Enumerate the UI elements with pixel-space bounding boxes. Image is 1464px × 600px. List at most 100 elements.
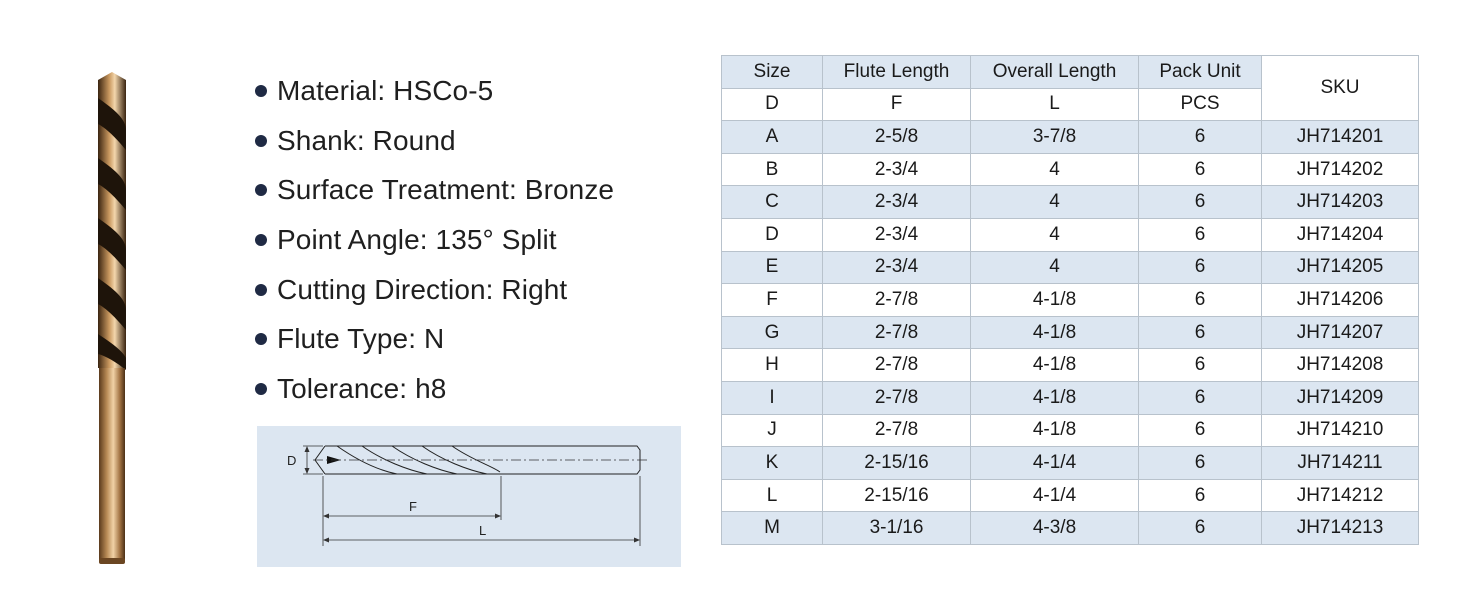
table-row: E 2-3/4 4 6 JH714205 <box>721 250 1419 285</box>
cell-size: I <box>721 380 823 415</box>
cell-pack: 6 <box>1138 348 1262 382</box>
cell-size: F <box>721 283 823 317</box>
cell-flute: 2-15/16 <box>822 478 971 513</box>
table-row: L 2-15/16 4-1/4 6 JH714212 <box>721 478 1419 513</box>
spec-table-wrapper: Size Flute Length Overall Length Pack Un… <box>721 54 1419 545</box>
bullet-icon <box>255 134 267 147</box>
cell-pack: 6 <box>1138 315 1262 350</box>
cell-flute: 2-7/8 <box>822 348 971 382</box>
cell-overall: 3-7/8 <box>970 120 1139 154</box>
header-pack-unit: Pack Unit <box>1138 55 1262 89</box>
cell-sku: JH714202 <box>1261 152 1419 187</box>
cell-pack: 6 <box>1138 120 1262 154</box>
table-header-row: Size Flute Length Overall Length Pack Un… <box>721 54 1419 122</box>
cell-size: B <box>721 152 823 187</box>
diagram-label-l: L <box>479 523 486 538</box>
cell-sku: JH714203 <box>1261 185 1419 219</box>
cell-overall: 4-1/8 <box>970 380 1139 415</box>
table-row: H 2-7/8 4-1/8 6 JH714208 <box>721 348 1419 382</box>
header-size: Size <box>721 55 823 89</box>
cell-sku: JH714208 <box>1261 348 1419 382</box>
table-row: F 2-7/8 4-1/8 6 JH714206 <box>721 283 1419 317</box>
cell-sku: JH714212 <box>1261 478 1419 513</box>
cell-overall: 4-1/4 <box>970 446 1139 480</box>
cell-pack: 6 <box>1138 283 1262 317</box>
spec-text: Cutting Direction: Right <box>277 273 568 305</box>
spec-list: Material: HSCo-5 Shank: Round Surface Tr… <box>255 66 614 414</box>
table-row: K 2-15/16 4-1/4 6 JH714211 <box>721 446 1419 480</box>
cell-size: K <box>721 446 823 480</box>
cell-flute: 2-5/8 <box>822 120 971 154</box>
cell-pack: 6 <box>1138 478 1262 513</box>
spec-text: Point Angle: 135° Split <box>277 223 557 255</box>
subheader-overall-length: L <box>970 87 1139 122</box>
cell-flute: 2-7/8 <box>822 283 971 317</box>
bullet-icon <box>255 283 267 296</box>
cell-flute: 2-3/4 <box>822 217 971 252</box>
cell-pack: 6 <box>1138 185 1262 219</box>
cell-overall: 4-1/8 <box>970 413 1139 448</box>
cell-sku: JH714205 <box>1261 250 1419 285</box>
cell-overall: 4 <box>970 152 1139 187</box>
table-row: C 2-3/4 4 6 JH714203 <box>721 185 1419 219</box>
cell-pack: 6 <box>1138 250 1262 285</box>
bullet-icon <box>255 233 267 246</box>
subheader-pack-unit: PCS <box>1138 87 1262 122</box>
bullet-icon <box>255 382 267 395</box>
table-row: B 2-3/4 4 6 JH714202 <box>721 152 1419 187</box>
drill-bit-image <box>92 68 132 568</box>
cell-overall: 4-1/8 <box>970 315 1139 350</box>
bullet-icon <box>255 184 267 197</box>
cell-flute: 2-7/8 <box>822 413 971 448</box>
cell-sku: JH714213 <box>1261 511 1419 545</box>
spec-item-cutting-direction: Cutting Direction: Right <box>255 265 614 315</box>
table-row: D 2-3/4 4 6 JH714204 <box>721 217 1419 252</box>
cell-flute: 2-15/16 <box>822 446 971 480</box>
cell-flute: 2-7/8 <box>822 380 971 415</box>
cell-sku: JH714206 <box>1261 283 1419 317</box>
cell-pack: 6 <box>1138 446 1262 480</box>
header-overall-length: Overall Length <box>970 55 1139 89</box>
subheader-flute-length: F <box>822 87 971 122</box>
table-row: A 2-5/8 3-7/8 6 JH714201 <box>721 120 1419 154</box>
bullet-icon <box>255 333 267 346</box>
cell-overall: 4-1/8 <box>970 348 1139 382</box>
cell-flute: 3-1/16 <box>822 511 971 545</box>
cell-flute: 2-7/8 <box>822 315 971 350</box>
table-row: G 2-7/8 4-1/8 6 JH714207 <box>721 315 1419 350</box>
spec-text: Shank: Round <box>277 124 456 156</box>
spec-item-shank: Shank: Round <box>255 116 614 166</box>
cell-size: E <box>721 250 823 285</box>
spec-text: Flute Type: N <box>277 323 445 355</box>
cell-pack: 6 <box>1138 152 1262 187</box>
cell-sku: JH714201 <box>1261 120 1419 154</box>
diagram-label-f: F <box>409 499 417 514</box>
cell-overall: 4 <box>970 185 1139 219</box>
diagram-label-d: D <box>287 453 296 468</box>
spec-text: Tolerance: h8 <box>277 372 447 404</box>
cell-overall: 4 <box>970 217 1139 252</box>
cell-size: H <box>721 348 823 382</box>
spec-item-point-angle: Point Angle: 135° Split <box>255 215 614 265</box>
cell-overall: 4-1/8 <box>970 283 1139 317</box>
spec-item-surface-treatment: Surface Treatment: Bronze <box>255 165 614 215</box>
cell-size: C <box>721 185 823 219</box>
table-row: J 2-7/8 4-1/8 6 JH714210 <box>721 413 1419 448</box>
cell-pack: 6 <box>1138 511 1262 545</box>
cell-overall: 4-1/4 <box>970 478 1139 513</box>
cell-flute: 2-3/4 <box>822 185 971 219</box>
cell-sku: JH714211 <box>1261 446 1419 480</box>
cell-size: M <box>721 511 823 545</box>
cell-size: D <box>721 217 823 252</box>
cell-size: G <box>721 315 823 350</box>
table-row: I 2-7/8 4-1/8 6 JH714209 <box>721 380 1419 415</box>
cell-sku: JH714204 <box>1261 217 1419 252</box>
bullet-icon <box>255 84 267 97</box>
cell-sku: JH714207 <box>1261 315 1419 350</box>
cell-sku: JH714209 <box>1261 380 1419 415</box>
cell-size: A <box>721 120 823 154</box>
cell-pack: 6 <box>1138 380 1262 415</box>
table-row: M 3-1/16 4-3/8 6 JH714213 <box>721 511 1419 545</box>
header-flute-length: Flute Length <box>822 55 971 89</box>
cell-pack: 6 <box>1138 217 1262 252</box>
